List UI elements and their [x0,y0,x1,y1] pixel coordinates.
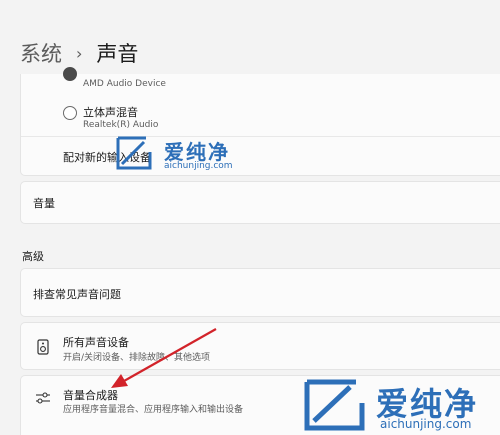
speaker-device-icon [35,339,51,355]
breadcrumb-separator: › [76,43,83,63]
mixer-sliders-icon [35,390,51,406]
volume-label: 音量 [33,197,55,210]
input-device-stereo-mix[interactable]: 立体声混音 Realtek(R) Audio [21,102,500,132]
input-device-sub: AMD Audio Device [83,79,166,89]
divider [21,136,500,137]
troubleshoot-card[interactable]: 排查常见声音问题 [20,268,500,317]
input-device-name: 立体声混音 [83,106,138,119]
input-device-sub: Realtek(R) Audio [83,120,159,130]
watermark-small: 爱纯净 aichunjing.com [116,136,233,174]
breadcrumb: 系统 › 声音 [20,38,138,68]
all-sound-devices-desc: 开启/关闭设备、排除故障、其他选项 [63,353,211,363]
watermark-url: aichunjing.com [164,161,233,171]
troubleshoot-label: 排查常见声音问题 [33,288,121,301]
all-sound-devices-title: 所有声音设备 [63,336,129,349]
page-title: 声音 [96,42,139,66]
volume-mixer-desc: 应用程序音量混合、应用程序输入和输出设备 [63,405,244,415]
input-device-amd[interactable]: AMD Audio Device [21,67,500,102]
section-title-advanced: 高级 [22,250,44,263]
radio-amd-audio[interactable] [63,67,77,81]
input-devices-card: AMD Audio Device 立体声混音 Realtek(R) Audio … [20,67,500,176]
watermark-large: 爱纯净 aichunjing.com [304,379,476,435]
aichunjing-logo-icon [116,136,152,170]
watermark-url: aichunjing.com [380,417,472,431]
radio-stereo-mix[interactable] [63,106,77,120]
aichunjing-logo-icon [304,379,365,431]
all-sound-devices-card[interactable]: 所有声音设备 开启/关闭设备、排除故障、其他选项 [20,322,500,370]
volume-card[interactable]: 音量 [20,181,500,224]
volume-mixer-title: 音量合成器 [63,389,118,402]
breadcrumb-system-link[interactable]: 系统 [20,38,62,68]
